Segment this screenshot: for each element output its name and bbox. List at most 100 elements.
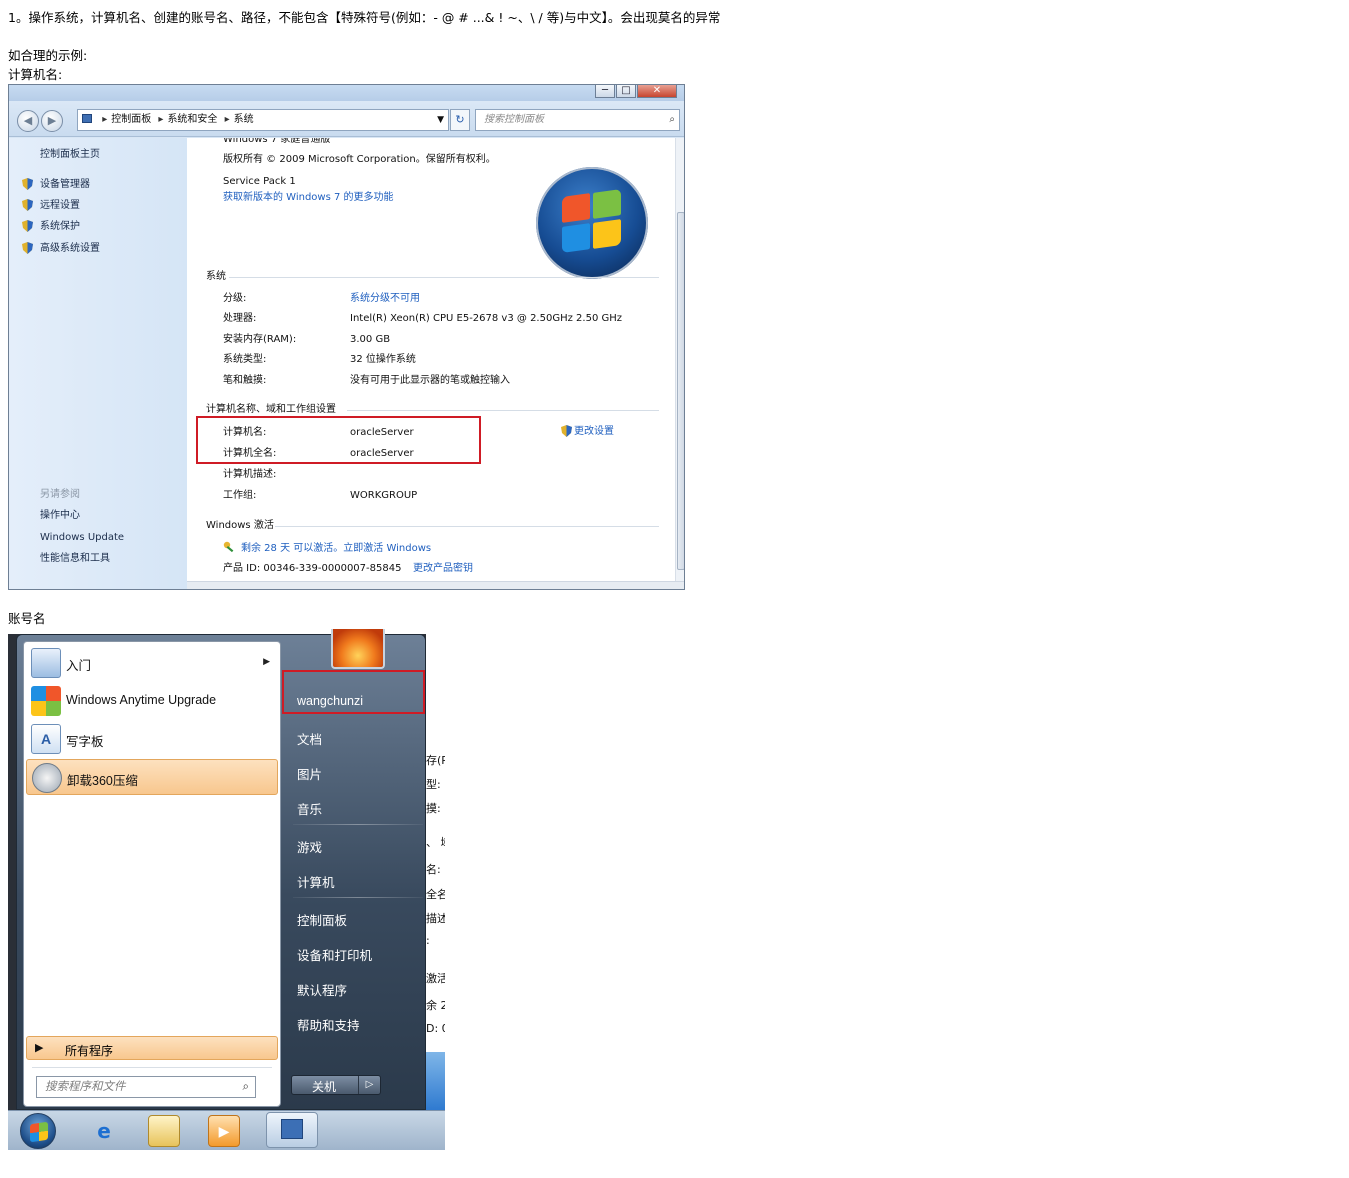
shield-icon [22, 220, 33, 232]
shutdown-button[interactable]: 关机 ▷ [291, 1075, 381, 1095]
background-text: 激活 [426, 972, 445, 985]
breadcrumb-2[interactable]: 系统 [234, 114, 254, 125]
games-link[interactable]: 游戏 [297, 837, 322, 856]
expand-arrow-icon: ▶ [35, 1042, 44, 1054]
address-bar[interactable]: ▸ 控制面板 ▸ 系统和安全 ▸ 系统 ▼ [77, 109, 449, 131]
file-explorer-icon[interactable] [148, 1115, 180, 1147]
left-navigation-pane: 控制面板主页 设备管理器 远程设置 系统保护 高级系统设置 另请参阅 操作中心 … [9, 138, 187, 589]
search-icon[interactable]: ⌕ [669, 110, 675, 130]
background-text: 型: [426, 778, 441, 791]
change-product-key-link[interactable]: 更改产品密钥 [413, 562, 473, 575]
start-menu-screenshot: 存(R 型: 摸: 、 域 名: 全名 描述 : 激活 余 2 D: 0( 入门… [8, 628, 445, 1150]
close-button[interactable]: ✕ [637, 85, 677, 98]
background-text: 描述 [426, 912, 445, 925]
background-text: 、 域 [426, 836, 445, 849]
submenu-arrow-icon: ▶ [263, 656, 270, 666]
computer-link[interactable]: 计算机 [297, 872, 335, 891]
start-search-input[interactable]: 搜索程序和文件 ⌕ [36, 1076, 256, 1098]
shutdown-options-button[interactable]: ▷ [358, 1076, 380, 1094]
pen-touch-label: 笔和触摸: [223, 375, 267, 386]
background-text: 名: [426, 863, 441, 876]
system-protection-link[interactable]: 系统保护 [40, 220, 80, 234]
remote-settings-link[interactable]: 远程设置 [40, 199, 80, 213]
system-type-label: 系统类型: [223, 354, 267, 365]
program-anytime-upgrade[interactable]: Windows Anytime Upgrade [26, 683, 278, 719]
start-menu: 入门 ▶ Windows Anytime Upgrade A 写字板 卸载360… [16, 629, 426, 1110]
internet-explorer-icon[interactable]: e [88, 1115, 120, 1147]
programs-list: 入门 ▶ Windows Anytime Upgrade A 写字板 卸载360… [23, 641, 281, 1107]
wordpad-icon: A [31, 724, 61, 754]
chevron-down-icon[interactable]: ▼ [437, 110, 444, 130]
pictures-link[interactable]: 图片 [297, 764, 322, 783]
note-text: 1。操作系统，计算机名、创建的账号名、路径，不能包含【特殊符号(例如：- @ #… [8, 10, 721, 25]
rating-value[interactable]: 系统分级不可用 [350, 292, 420, 305]
workgroup-value: WORKGROUP [350, 490, 418, 501]
workgroup-label: 工作组: [223, 490, 257, 501]
search-input[interactable]: 搜索控制面板 ⌕ [475, 109, 680, 131]
rating-label: 分级: [223, 293, 247, 304]
breadcrumb-0[interactable]: 控制面板 [111, 114, 151, 125]
search-icon[interactable]: ⌕ [243, 1077, 249, 1097]
upgrade-link[interactable]: 获取新版本的 Windows 7 的更多功能 [223, 191, 394, 204]
devices-printers-link[interactable]: 设备和打印机 [297, 945, 372, 964]
start-orb-button[interactable] [20, 1113, 56, 1149]
title-bar: ─ □ ✕ [9, 85, 684, 101]
media-player-icon[interactable]: ▶ [208, 1115, 240, 1147]
ram-value: 3.00 GB [350, 334, 391, 345]
activation-link[interactable]: 剩余 28 天 可以激活。立即激活 Windows [241, 542, 431, 555]
back-button[interactable]: ◀ [17, 110, 39, 132]
highlight-box [282, 670, 425, 714]
change-settings-link[interactable]: 更改设置 [574, 425, 614, 438]
copyright-text: 版权所有 © 2009 Microsoft Corporation。保留所有权利… [223, 154, 496, 165]
maximize-button[interactable]: □ [616, 85, 636, 98]
breadcrumb-1[interactable]: 系统和安全 [167, 114, 217, 125]
processor-value: Intel(R) Xeon(R) CPU E5-2678 v3 @ 2.50GH… [350, 313, 622, 324]
control-panel-icon [82, 114, 92, 123]
refresh-button[interactable]: ↻ [450, 109, 470, 131]
action-center-link[interactable]: 操作中心 [40, 509, 80, 523]
windows-update-link[interactable]: Windows Update [40, 531, 124, 545]
account-heading: 账号名 [8, 611, 46, 626]
background-text: 全名 [426, 888, 445, 901]
program-getting-started[interactable]: 入门 ▶ [26, 645, 278, 681]
product-id: 产品 ID: 00346-339-0000007-85845 [223, 563, 402, 574]
all-programs-button[interactable]: ▶ 所有程序 [26, 1036, 278, 1060]
ram-label: 安装内存(RAM): [223, 334, 297, 345]
performance-tools-link[interactable]: 性能信息和工具 [40, 552, 110, 566]
address-toolbar: ◀ ▶ ▸ 控制面板 ▸ 系统和安全 ▸ 系统 ▼ ↻ 搜索控制面板 ⌕ [9, 101, 684, 137]
control-panel-home-link[interactable]: 控制面板主页 [40, 148, 100, 162]
program-wordpad[interactable]: A 写字板 [26, 721, 278, 757]
background-text: 摸: [426, 802, 441, 815]
activation-section-title: Windows 激活 [206, 520, 274, 531]
background-text: 余 2 [426, 999, 445, 1012]
windows-flag-icon [30, 1121, 48, 1143]
advanced-settings-link[interactable]: 高级系统设置 [40, 242, 100, 256]
see-also-label: 另请参阅 [40, 489, 80, 500]
pen-touch-value: 没有可用于此显示器的笔或触控输入 [350, 375, 510, 386]
documents-link[interactable]: 文档 [297, 729, 322, 748]
shield-icon [22, 178, 33, 190]
windows-flag-icon [31, 686, 61, 716]
control-panel-link[interactable]: 控制面板 [297, 910, 347, 929]
user-picture[interactable] [331, 629, 385, 669]
system-window-screenshot: ─ □ ✕ ◀ ▶ ▸ 控制面板 ▸ 系统和安全 ▸ 系统 ▼ ↻ 搜索控制面板 ⌕ … [8, 84, 685, 590]
shield-icon [561, 425, 572, 437]
help-support-link[interactable]: 帮助和支持 [297, 1015, 360, 1034]
music-link[interactable]: 音乐 [297, 799, 322, 818]
default-programs-link[interactable]: 默认程序 [297, 980, 347, 999]
uninstall-icon [32, 763, 62, 793]
minimize-button[interactable]: ─ [595, 85, 615, 98]
program-uninstall-360[interactable]: 卸载360压缩 [26, 759, 278, 795]
vertical-scrollbar[interactable] [675, 138, 684, 581]
system-content-pane: Windows 7 家庭普通版 版权所有 © 2009 Microsoft Co… [187, 138, 675, 581]
forward-button[interactable]: ▶ [41, 110, 63, 132]
computer-description-label: 计算机描述: [223, 469, 277, 480]
shield-icon [22, 199, 33, 211]
system-type-value: 32 位操作系统 [350, 354, 416, 365]
control-panel-taskbar-button[interactable] [266, 1112, 318, 1148]
device-manager-link[interactable]: 设备管理器 [40, 178, 90, 192]
shield-icon [22, 242, 33, 254]
windows-logo [536, 167, 648, 279]
computer-section-title: 计算机名称、域和工作组设置 [206, 404, 336, 415]
computer-name-heading: 计算机名: [8, 67, 63, 82]
